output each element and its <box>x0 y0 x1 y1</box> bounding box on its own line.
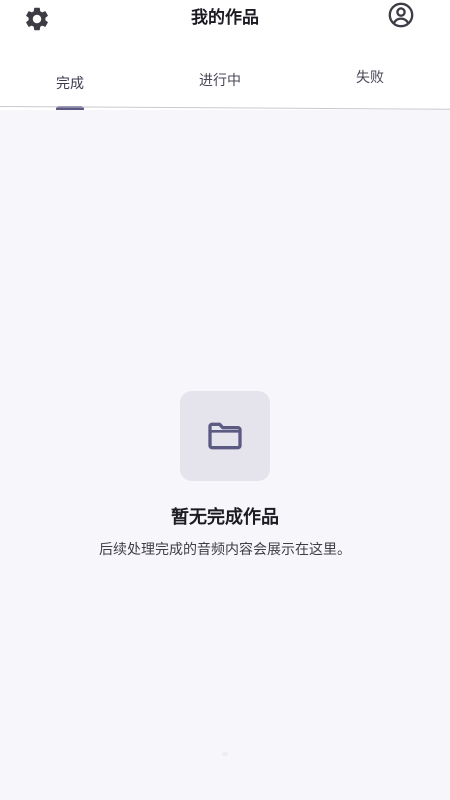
empty-state-title: 暂无完成作品 <box>171 507 279 528</box>
tab-label: 失败 <box>356 70 384 86</box>
tab-label: 进行中 <box>199 73 241 89</box>
folder-icon <box>208 422 242 450</box>
profile-button[interactable] <box>386 0 416 30</box>
empty-state-subtitle: 后续处理完成的音频内容会展示在这里。 <box>99 542 351 558</box>
empty-state-panel: 暂无完成作品 后续处理完成的音频内容会展示在这里。 <box>0 110 450 800</box>
tab-bar: 完成 进行中 失败 <box>0 54 450 110</box>
tab-completed[interactable]: 完成 <box>0 54 140 110</box>
account-circle-icon <box>388 2 414 28</box>
empty-state-icon-box <box>180 391 270 481</box>
page-title: 我的作品 <box>191 8 259 28</box>
scroll-indicator <box>222 752 228 756</box>
tab-label: 完成 <box>56 76 84 92</box>
tab-in-progress[interactable]: 进行中 <box>150 54 290 110</box>
top-app-bar: 我的作品 <box>0 0 450 44</box>
tab-failed[interactable]: 失败 <box>300 54 440 110</box>
